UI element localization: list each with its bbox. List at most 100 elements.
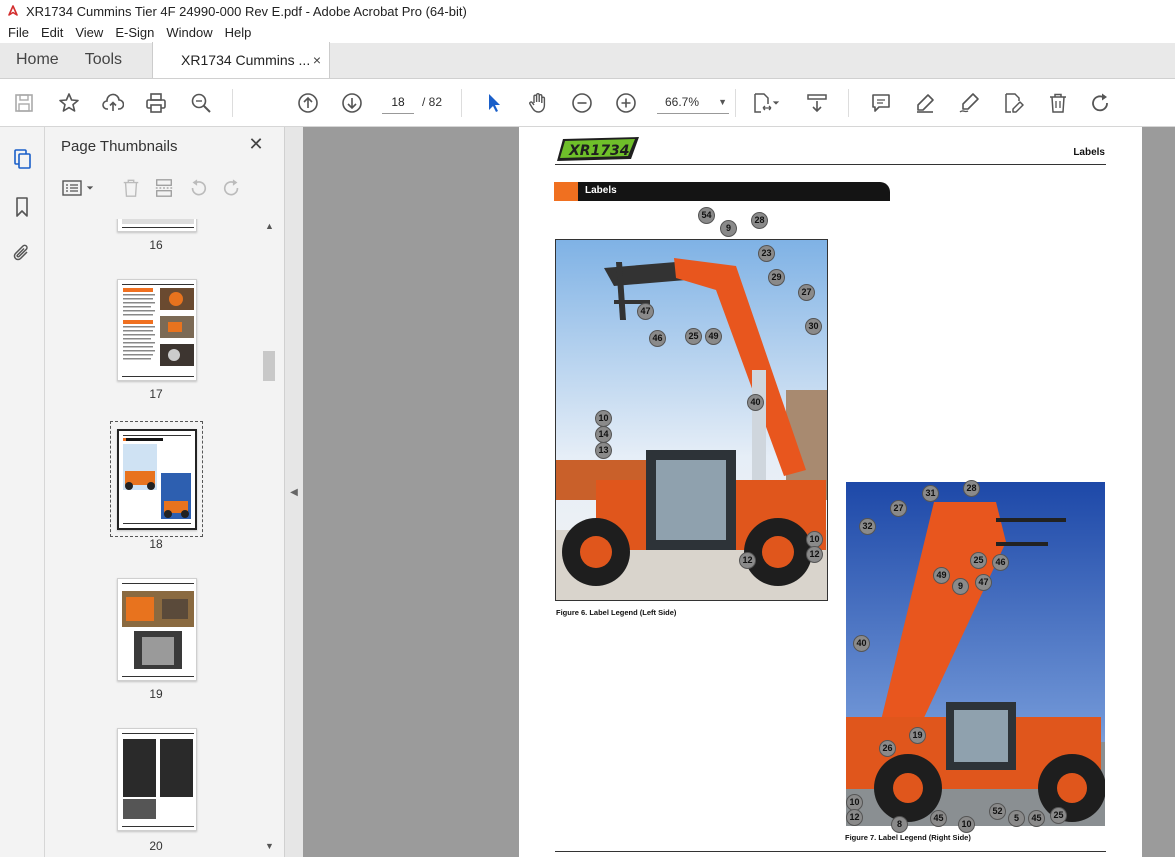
page-number-input[interactable]: 18 (382, 90, 414, 114)
figure-6-caption: Figure 6. Label Legend (Left Side) (556, 608, 677, 617)
callout-badge: 40 (853, 635, 870, 652)
footer-rule (555, 851, 1106, 852)
menu-window[interactable]: Window (160, 25, 218, 40)
callout-badge: 13 (595, 442, 612, 459)
sign-pen-icon[interactable] (957, 91, 981, 115)
thumbnail-list[interactable]: 16 17 18 19 20 (45, 219, 265, 857)
menu-edit[interactable]: Edit (35, 25, 69, 40)
zoom-level-select[interactable]: 66.7% ▼ (657, 90, 729, 114)
menu-view[interactable]: View (69, 25, 109, 40)
pdf-page: XR1734 Labels Labels 54 9 28 23 29 27 30… (519, 127, 1142, 857)
redo-icon[interactable] (1089, 91, 1113, 115)
scroll-thumb[interactable] (263, 351, 275, 381)
print-icon[interactable] (144, 91, 168, 115)
menu-bar: File Edit View E-Sign Window Help (0, 22, 1175, 43)
save-icon[interactable] (12, 91, 36, 115)
figure-7-caption: Figure 7. Label Legend (Right Side) (845, 833, 971, 842)
callout-badge: 32 (859, 518, 876, 535)
zoom-in-icon[interactable] (614, 91, 638, 115)
thumbnail-page-19[interactable] (117, 578, 197, 681)
chevron-down-icon[interactable] (85, 177, 95, 199)
tab-close-icon[interactable]: × (313, 52, 321, 68)
callout-badge: 29 (768, 269, 785, 286)
callout-badge: 8 (891, 816, 908, 833)
figure-7-photo (846, 482, 1105, 826)
menu-help[interactable]: Help (219, 25, 258, 40)
zoom-out-icon[interactable] (570, 91, 594, 115)
tab-tools[interactable]: Tools (75, 42, 138, 78)
tab-document[interactable]: XR1734 Cummins ... × (152, 42, 331, 78)
thumbnails-panel: Page Thumbnails ✕ 16 17 18 19 20 ▲ ▼ (45, 127, 285, 857)
callout-badge: 52 (989, 803, 1006, 820)
thumbnail-label: 17 (149, 387, 163, 401)
callout-badge: 10 (958, 816, 975, 833)
thumbnail-page-17[interactable] (117, 279, 197, 381)
thumbnail-label: 18 (149, 537, 163, 551)
callout-badge: 5 (1008, 810, 1025, 827)
attachments-icon[interactable] (10, 241, 34, 265)
header-rule (555, 164, 1106, 165)
hand-icon[interactable] (526, 91, 550, 115)
callout-badge: 9 (720, 220, 737, 237)
tab-home[interactable]: Home (0, 42, 75, 78)
panel-collapse-handle[interactable]: ◀ (285, 127, 303, 857)
menu-e-sign[interactable]: E-Sign (109, 25, 160, 40)
bookmark-star-icon[interactable] (57, 91, 81, 115)
thumbnail-options-icon[interactable] (61, 177, 83, 199)
highlight-pen-icon[interactable] (913, 91, 937, 115)
prev-page-icon[interactable] (296, 91, 320, 115)
bookmarks-icon[interactable] (10, 195, 34, 219)
upload-cloud-icon[interactable] (101, 91, 125, 115)
edit-pdf-icon[interactable] (1001, 91, 1025, 115)
toolbar-separator (735, 89, 736, 117)
chevron-down-icon[interactable] (770, 91, 782, 115)
menu-file[interactable]: File (0, 25, 35, 40)
thumbnail-page-16[interactable] (117, 219, 197, 232)
delete-icon[interactable] (1046, 91, 1070, 115)
callout-badge: 49 (933, 567, 950, 584)
scroll-mode-icon[interactable] (805, 91, 829, 115)
callout-badge: 27 (798, 284, 815, 301)
thumbnail-label: 20 (149, 839, 163, 853)
callout-badge: 30 (805, 318, 822, 335)
thumbnail-page-20[interactable] (117, 728, 197, 831)
callout-badge: 47 (975, 574, 992, 591)
scroll-up-icon[interactable]: ▲ (264, 221, 275, 233)
callout-badge: 9 (952, 578, 969, 595)
callout-badge: 54 (698, 207, 715, 224)
insert-page-icon[interactable] (153, 177, 175, 199)
callout-badge: 49 (705, 328, 722, 345)
thumbnail-page-18[interactable] (117, 429, 197, 530)
document-viewport[interactable]: XR1734 Labels Labels 54 9 28 23 29 27 30… (303, 127, 1175, 857)
callout-badge: 10 (595, 410, 612, 427)
zoom-search-icon[interactable] (189, 91, 213, 115)
xr1734-logo: XR1734 (555, 135, 641, 163)
window-title: XR1734 Cummins Tier 4F 24990-000 Rev E.p… (26, 3, 467, 19)
rotate-left-icon[interactable] (187, 177, 209, 199)
callout-badge: 12 (739, 552, 756, 569)
rotate-right-icon[interactable] (221, 177, 243, 199)
page-header-title: Labels (1073, 147, 1105, 158)
callout-badge: 19 (909, 727, 926, 744)
tab-bar: Home Tools XR1734 Cummins ... × (0, 42, 1175, 79)
page-thumbnails-icon[interactable] (10, 147, 34, 171)
svg-text:XR1734: XR1734 (568, 143, 630, 159)
page-total: / 82 (422, 95, 443, 109)
close-icon[interactable]: ✕ (247, 135, 265, 153)
callout-badge: 45 (930, 810, 947, 827)
zoom-level-value: 66.7% (665, 95, 700, 109)
title-bar: XR1734 Cummins Tier 4F 24990-000 Rev E.p… (0, 0, 1175, 22)
scroll-down-icon[interactable]: ▼ (264, 841, 275, 853)
delete-page-icon[interactable] (120, 177, 142, 199)
thumbnail-scrollbar[interactable]: ▲ ▼ (261, 219, 278, 857)
callout-badge: 14 (595, 426, 612, 443)
next-page-icon[interactable] (340, 91, 364, 115)
main-toolbar: 18 / 82 66.7% ▼ (0, 79, 1175, 127)
callout-badge: 26 (879, 740, 896, 757)
select-cursor-icon[interactable] (482, 91, 506, 115)
callout-badge: 47 (637, 303, 654, 320)
thumbnail-label: 16 (149, 238, 163, 252)
comment-icon[interactable] (869, 91, 893, 115)
thumbnail-toolbar (45, 173, 285, 205)
section-accent (554, 182, 578, 201)
